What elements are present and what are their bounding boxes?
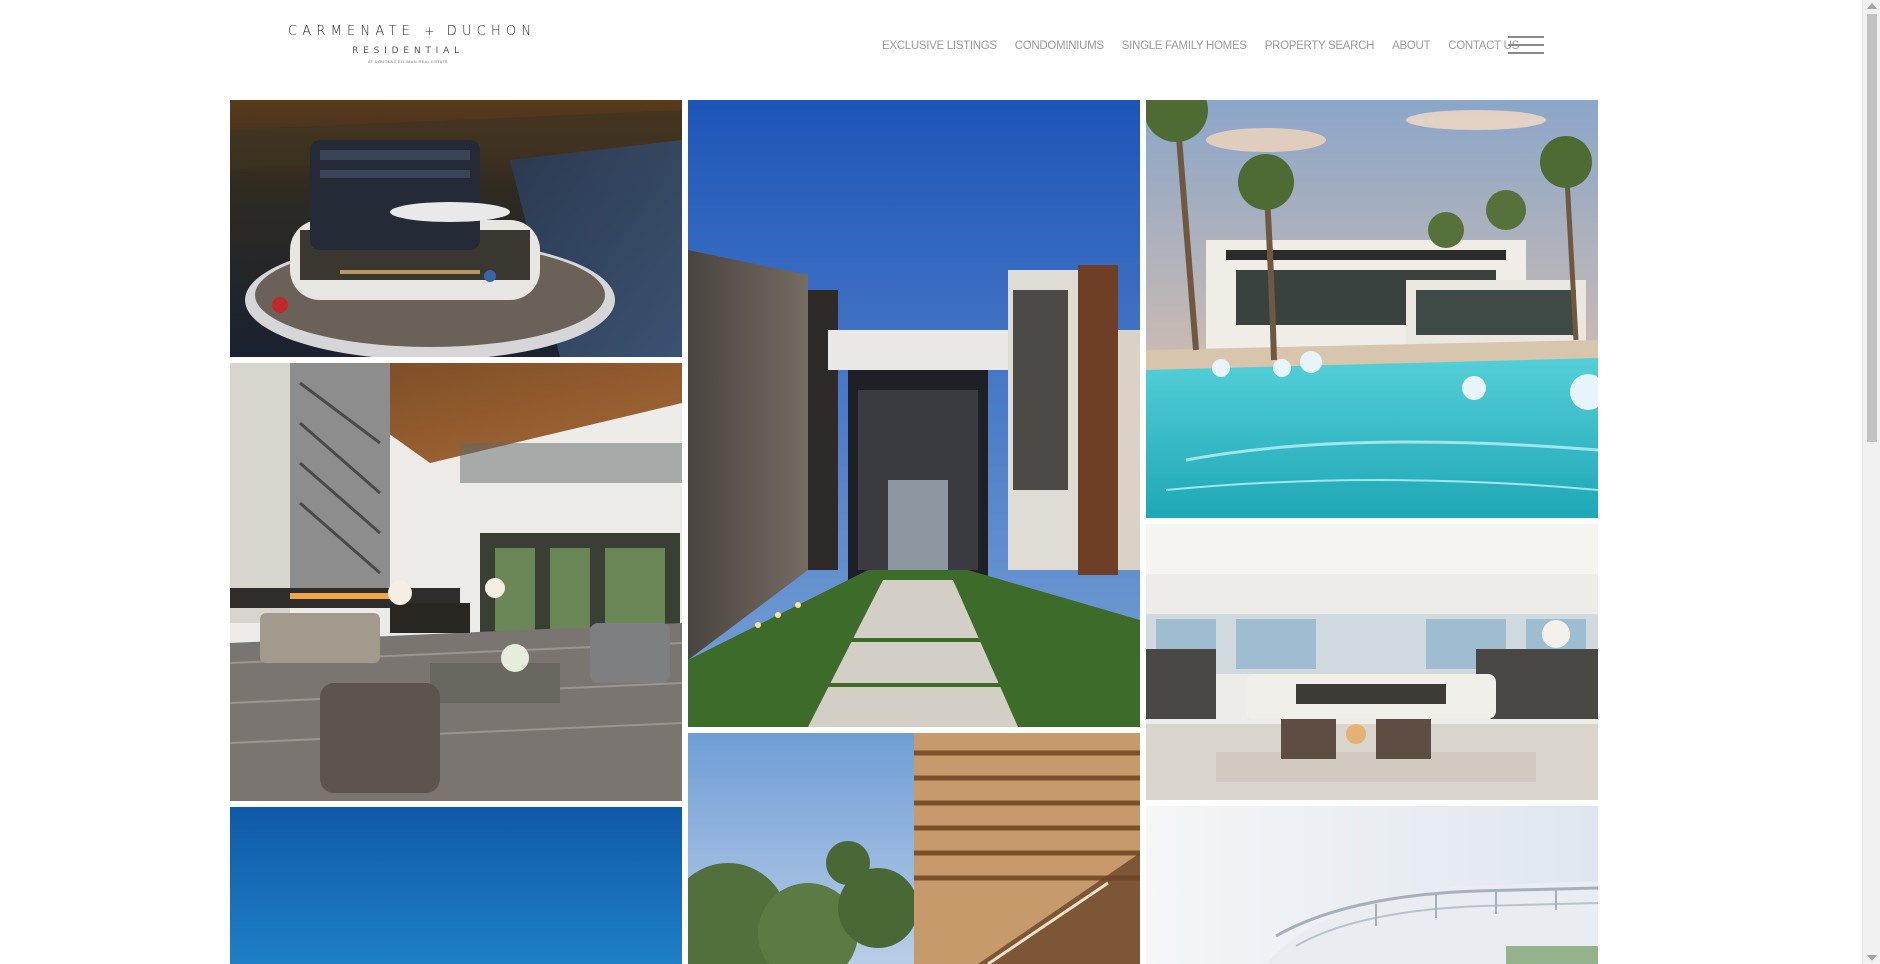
hamburger-line	[1508, 36, 1544, 38]
scroll-down-arrow-icon[interactable]	[1867, 955, 1877, 961]
hamburger-line	[1508, 44, 1544, 46]
modern-entrance-photo[interactable]	[688, 100, 1140, 727]
logo-name-right: DUCHON	[446, 24, 537, 39]
white-yacht-deck-photo[interactable]	[1146, 806, 1598, 964]
logo-subtitle: RESIDENTIAL	[352, 46, 464, 56]
scrollbar-thumb[interactable]	[1867, 14, 1877, 442]
nav-exclusive-listings[interactable]: EXCLUSIVE LISTINGS	[882, 40, 997, 52]
blue-sky-photo[interactable]	[230, 807, 682, 964]
logo-plus: +	[424, 24, 438, 38]
main-navigation: EXCLUSIVE LISTINGS CONDOMINIUMS SINGLE F…	[882, 40, 1519, 52]
logo-wordmark: CARMENATE + DUCHON	[288, 24, 531, 39]
tropical-wood-slats-photo[interactable]	[688, 733, 1140, 964]
nav-single-family-homes[interactable]: SINGLE FAMILY HOMES	[1122, 40, 1247, 52]
hamburger-line	[1508, 52, 1544, 54]
scroll-up-arrow-icon[interactable]	[1867, 3, 1877, 9]
pool-villa-photo[interactable]	[1146, 100, 1598, 518]
nav-property-search[interactable]: PROPERTY SEARCH	[1265, 40, 1375, 52]
living-room-fireplace-photo[interactable]	[230, 363, 682, 801]
oceanfront-living-room-photo[interactable]	[1146, 524, 1598, 800]
nav-about[interactable]: ABOUT	[1392, 40, 1430, 52]
nav-condominiums[interactable]: CONDOMINIUMS	[1015, 40, 1104, 52]
logo-name-left: CARMENATE	[288, 24, 415, 39]
logo-tagline: AT DOUGLAS ELLIMAN REAL ESTATE	[367, 59, 449, 64]
site-header: CARMENATE + DUCHON RESIDENTIAL AT DOUGLA…	[0, 0, 1862, 96]
brand-logo[interactable]: CARMENATE + DUCHON RESIDENTIAL AT DOUGLA…	[288, 24, 531, 64]
vertical-scrollbar[interactable]	[1862, 0, 1880, 964]
aerial-penthouse-photo[interactable]	[230, 100, 682, 357]
hamburger-menu-icon[interactable]	[1508, 36, 1544, 54]
